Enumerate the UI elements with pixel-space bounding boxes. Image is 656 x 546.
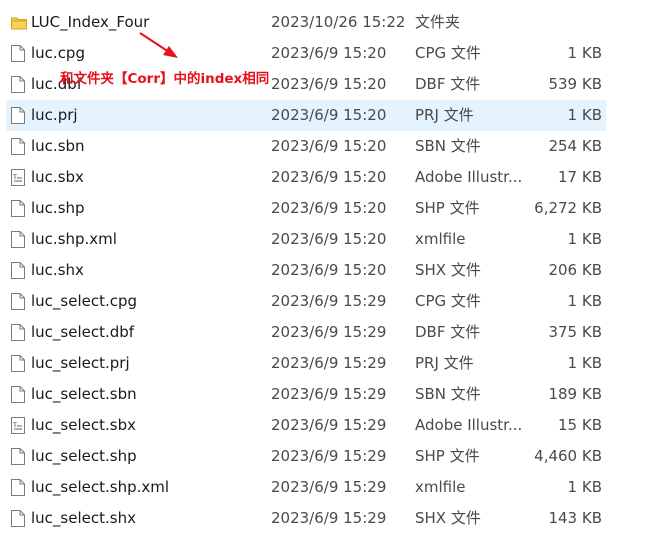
annotation-text: 和文件夹【Corr】中的index相同	[60, 71, 270, 87]
